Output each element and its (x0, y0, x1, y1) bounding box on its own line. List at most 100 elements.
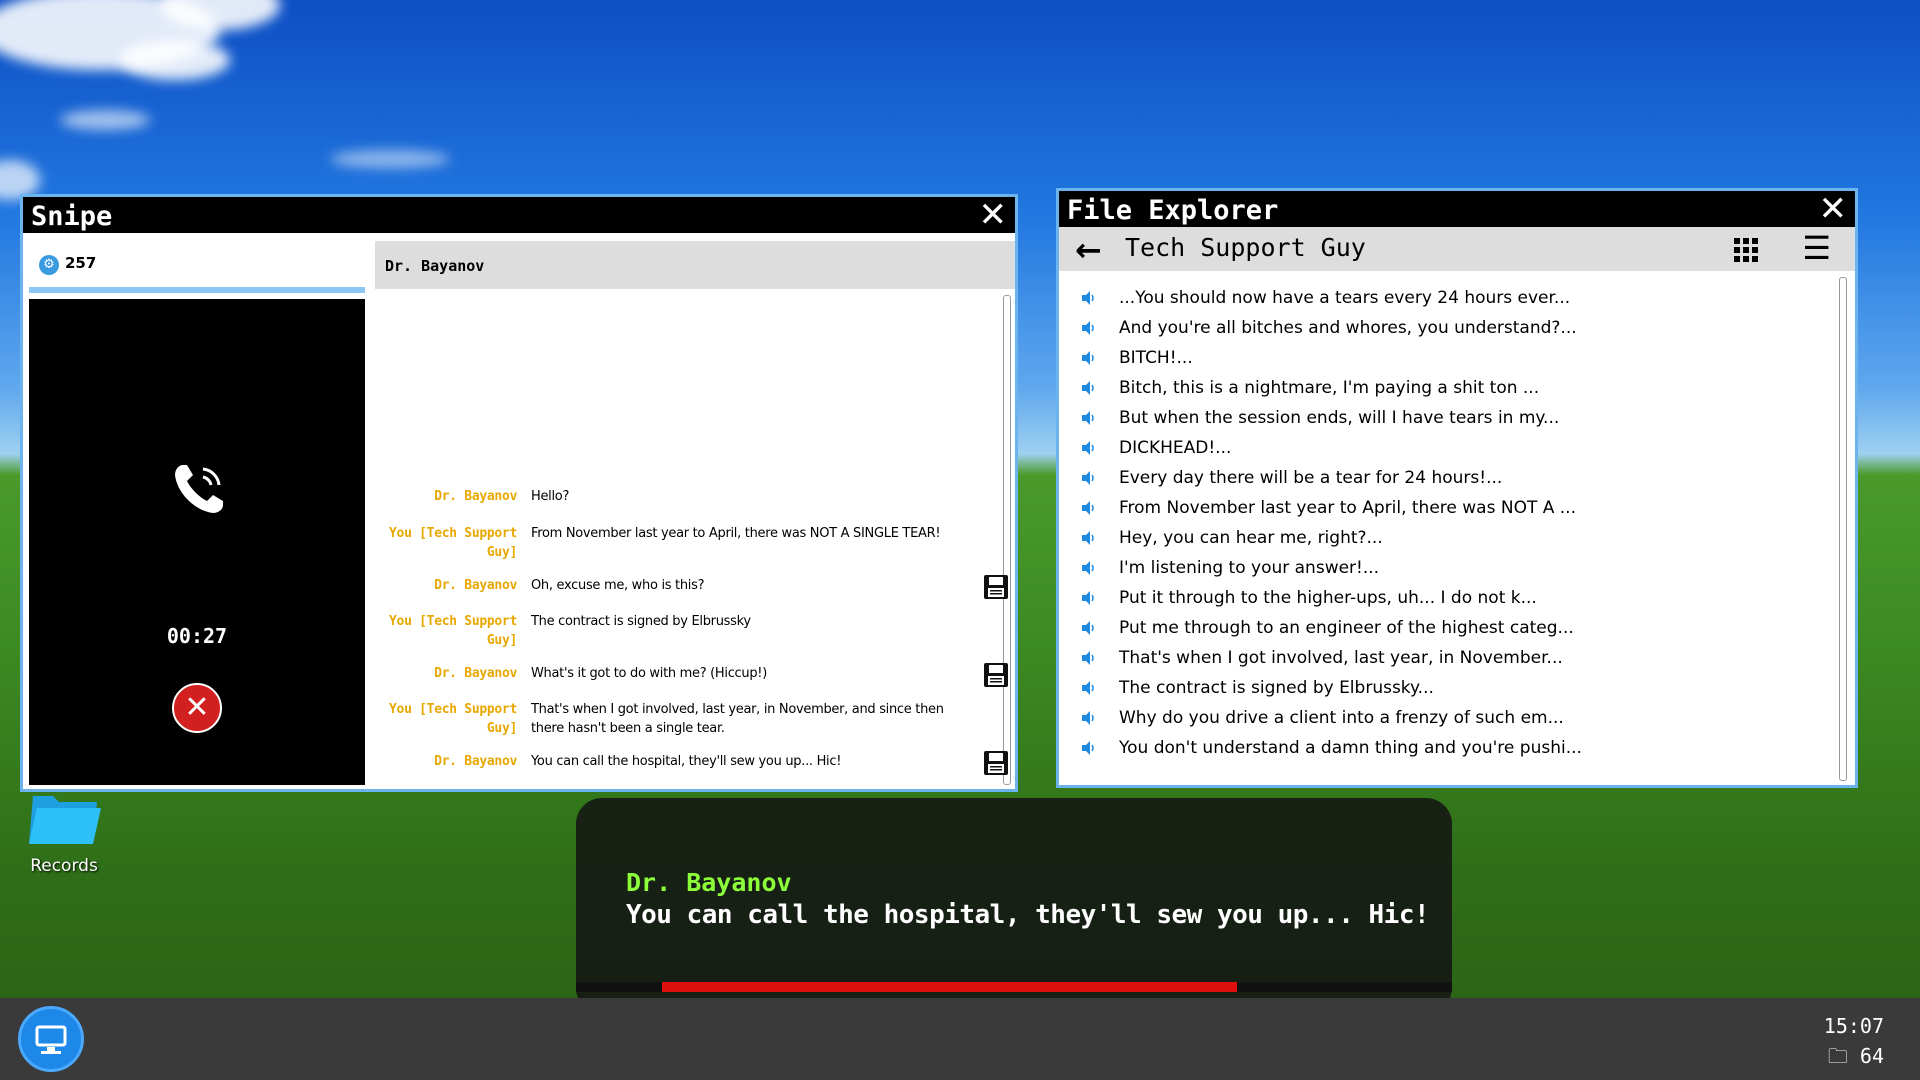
speaker-icon (1082, 681, 1094, 695)
file-row[interactable]: Put me through to an engineer of the hig… (1077, 613, 1817, 643)
speaker-icon (1082, 441, 1094, 455)
message-text: Oh, excuse me, who is this? (531, 578, 705, 593)
message-text: The contract is signed by Elbrussky (531, 614, 751, 629)
explorer-scrollbar[interactable] (1839, 277, 1847, 781)
file-name: Why do you drive a client into a frenzy … (1119, 708, 1564, 728)
call-panel: 00:27 ✕ (29, 299, 365, 785)
speaker-icon (1082, 321, 1094, 335)
speaker-icon (1082, 651, 1094, 665)
file-row[interactable]: Hey, you can hear me, right?... (1077, 523, 1817, 553)
contacts-count: 257 (65, 254, 97, 272)
file-row[interactable]: BITCH!... (1077, 343, 1817, 373)
explorer-nav: ← Tech Support Guy ☰ (1059, 227, 1855, 271)
speaker-icon (1082, 291, 1094, 305)
save-icon[interactable] (983, 662, 1009, 688)
message-sender: Dr. Bayanov (434, 666, 517, 681)
file-name: Hey, you can hear me, right?... (1119, 528, 1383, 548)
snipe-titlebar[interactable]: Snipe ✕ (23, 197, 1015, 233)
list-view-icon[interactable]: ☰ (1802, 232, 1831, 264)
file-name: And you're all bitches and whores, you u… (1119, 318, 1577, 338)
message-text: Hello? (531, 489, 570, 504)
message-sender: You [Tech Support Guy] (389, 526, 517, 560)
speaker-icon (1082, 621, 1094, 635)
file-row[interactable]: ...You should now have a tears every 24 … (1077, 283, 1817, 313)
file-row[interactable]: And you're all bitches and whores, you u… (1077, 313, 1817, 343)
back-arrow-icon[interactable]: ← (1075, 231, 1102, 269)
snipe-window: Snipe ✕ ⚙ 257 00:27 ✕ Dr. Bayanov Dr. Ba… (20, 194, 1018, 792)
file-list: ...You should now have a tears every 24 … (1077, 283, 1817, 763)
message-sender: You [Tech Support Guy] (389, 614, 517, 648)
file-name: That's when I got involved, last year, i… (1119, 648, 1563, 668)
save-icon[interactable] (983, 750, 1009, 776)
file-name: From November last year to April, there … (1119, 498, 1576, 518)
message-text: What's it got to do with me? (Hiccup!) (531, 666, 767, 681)
file-explorer-window: File Explorer ✕ ← Tech Support Guy ☰ ...… (1056, 188, 1858, 788)
file-row[interactable]: Why do you drive a client into a frenzy … (1077, 703, 1817, 733)
file-name: DICKHEAD!... (1119, 438, 1232, 458)
message-text: From November last year to April, there … (531, 526, 941, 541)
file-row[interactable]: Every day there will be a tear for 24 ho… (1077, 463, 1817, 493)
folder-small-icon: 🗀 (1827, 1044, 1848, 1068)
start-button[interactable] (18, 1006, 84, 1072)
folder-icon (29, 796, 101, 844)
chat-header: Dr. Bayanov (375, 241, 1015, 289)
message-sender: Dr. Bayanov (434, 578, 517, 593)
dialogue-progress-fill (662, 982, 1237, 992)
explorer-titlebar[interactable]: File Explorer ✕ (1059, 191, 1855, 227)
speaker-icon (1082, 381, 1094, 395)
message-sender: You [Tech Support Guy] (389, 702, 517, 736)
hang-up-button[interactable]: ✕ (172, 683, 222, 733)
snipe-close-button[interactable]: ✕ (979, 197, 1008, 233)
speaker-icon (1082, 741, 1094, 755)
file-row[interactable]: The contract is signed by Elbrussky... (1077, 673, 1817, 703)
file-row[interactable]: Put it through to the higher-ups, uh... … (1077, 583, 1817, 613)
clock: 15:07 (1823, 1014, 1884, 1038)
dialogue-box[interactable]: Dr. Bayanov You can call the hospital, t… (576, 798, 1452, 1014)
file-row[interactable]: DICKHEAD!... (1077, 433, 1817, 463)
file-row[interactable]: Bitch, this is a nightmare, I'm paying a… (1077, 373, 1817, 403)
message-sender: Dr. Bayanov (434, 489, 517, 504)
speaker-icon (1082, 501, 1094, 515)
phone-call-icon (175, 465, 223, 513)
speaker-icon (1082, 591, 1094, 605)
grid-view-icon[interactable] (1733, 237, 1759, 263)
dialogue-speaker: Dr. Bayanov (626, 868, 792, 897)
speaker-icon (1082, 351, 1094, 365)
file-row[interactable]: That's when I got involved, last year, i… (1077, 643, 1817, 673)
current-folder: Tech Support Guy (1125, 233, 1366, 262)
files-counter: 🗀 64 (1828, 1042, 1884, 1076)
file-row[interactable]: From November last year to April, there … (1077, 493, 1817, 523)
file-name: The contract is signed by Elbrussky... (1119, 678, 1434, 698)
file-name: But when the session ends, will I have t… (1119, 408, 1560, 428)
files-count: 64 (1859, 1044, 1884, 1068)
contacts-icon: ⚙ (39, 255, 59, 275)
message-sender: Dr. Bayanov (434, 754, 517, 769)
cloud (330, 150, 450, 168)
monitor-icon (35, 1025, 67, 1054)
speaker-icon (1082, 411, 1094, 425)
explorer-close-button[interactable]: ✕ (1819, 191, 1848, 227)
file-name: Put me through to an engineer of the hig… (1119, 618, 1574, 638)
contacts-counter[interactable]: ⚙ 257 (29, 241, 365, 293)
chat-title: Dr. Bayanov (385, 257, 485, 275)
file-name: Put it through to the higher-ups, uh... … (1119, 588, 1537, 608)
records-desktop-icon[interactable]: Records (26, 790, 102, 876)
dialogue-line: You can call the hospital, they'll sew y… (626, 900, 1430, 930)
speaker-icon (1082, 531, 1094, 545)
call-timer: 00:27 (166, 624, 228, 648)
file-name: You don't understand a damn thing and yo… (1119, 738, 1582, 758)
speaker-icon (1082, 711, 1094, 725)
file-name: I'm listening to your answer!... (1119, 558, 1380, 578)
file-row[interactable]: You don't understand a damn thing and yo… (1077, 733, 1817, 763)
speaker-icon (1082, 471, 1094, 485)
snipe-title: Snipe (31, 201, 113, 232)
explorer-title: File Explorer (1067, 195, 1279, 226)
file-row[interactable]: But when the session ends, will I have t… (1077, 403, 1817, 433)
file-row[interactable]: I'm listening to your answer!... (1077, 553, 1817, 583)
message-text: That's when I got involved, last year, i… (531, 702, 944, 736)
file-name: Bitch, this is a nightmare, I'm paying a… (1119, 378, 1540, 398)
save-icon[interactable] (983, 574, 1009, 600)
chat-scrollbar[interactable] (1003, 295, 1011, 785)
speaker-icon (1082, 561, 1094, 575)
file-name: Every day there will be a tear for 24 ho… (1119, 468, 1503, 488)
